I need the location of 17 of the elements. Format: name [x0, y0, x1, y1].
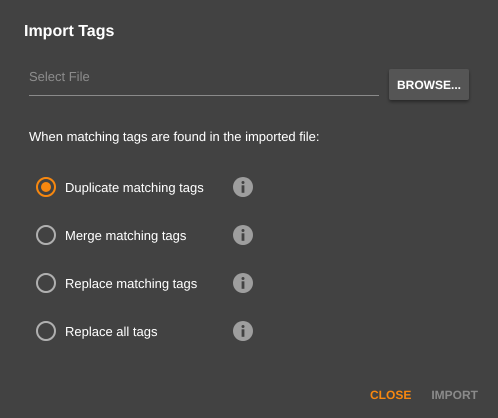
close-button[interactable]: CLOSE — [364, 380, 418, 410]
option-label: Replace all tags — [65, 324, 158, 338]
file-field[interactable]: Select File — [29, 64, 379, 96]
option-label: Duplicate matching tags — [65, 180, 205, 194]
radio-button[interactable] — [36, 177, 56, 197]
info-icon[interactable] — [233, 273, 253, 293]
radio-button[interactable] — [36, 225, 56, 245]
info-icon[interactable] — [233, 225, 253, 245]
info-icon[interactable] — [233, 321, 253, 341]
radio-button[interactable] — [36, 321, 56, 341]
info-icon[interactable] — [233, 177, 253, 197]
dialog-title: Import Tags — [24, 22, 116, 42]
radio-button[interactable] — [36, 273, 56, 293]
option-label: Replace matching tags — [65, 276, 198, 290]
option-label: Merge matching tags — [65, 228, 188, 242]
prompt-text: When matching tags are found in the imported file: — [29, 129, 320, 145]
browse-button[interactable]: BROWSE... — [389, 69, 470, 100]
